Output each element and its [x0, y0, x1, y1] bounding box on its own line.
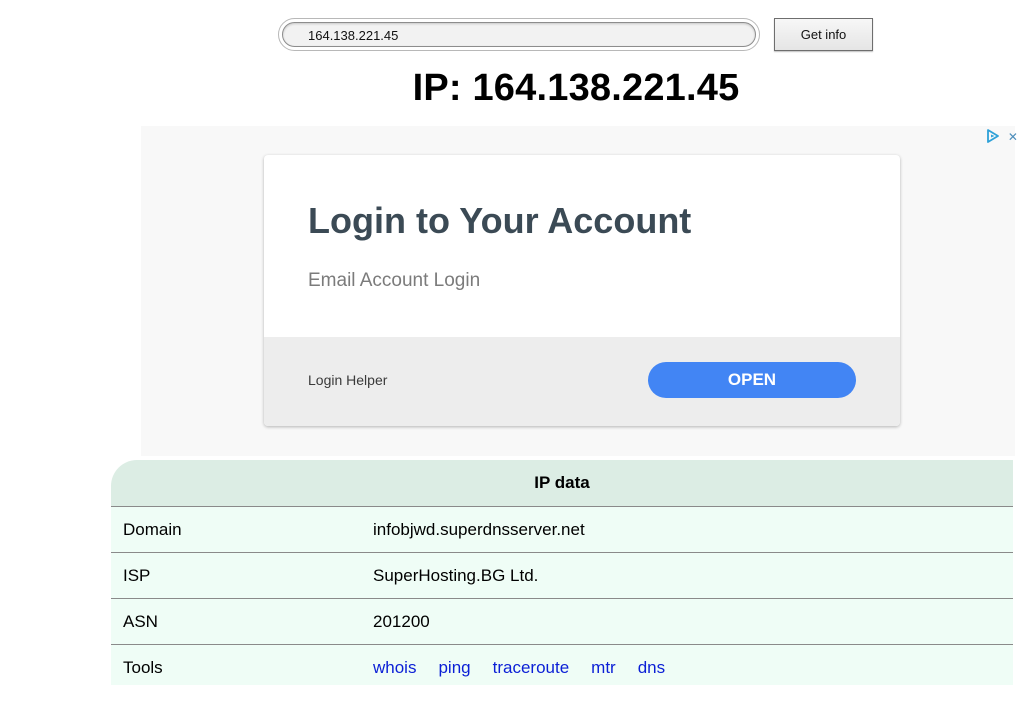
ip-search-input[interactable]: 164.138.221.45	[278, 18, 760, 51]
row-value: infobjwd.superdnsserver.net	[373, 520, 585, 539]
ad-card[interactable]: Login to Your Account Email Account Logi…	[264, 155, 900, 426]
tool-link-ping[interactable]: ping	[438, 658, 470, 677]
ad-subtitle: Email Account Login	[308, 270, 481, 291]
ip-data-table: IP data Domain infobjwd.superdnsserver.n…	[111, 460, 1013, 685]
tool-link-dns[interactable]: dns	[638, 658, 665, 677]
row-label: Tools	[123, 658, 163, 677]
tools-links: whois ping traceroute mtr dns	[373, 645, 687, 685]
row-label: Domain	[123, 520, 182, 539]
table-row-isp: ISP SuperHosting.BG Ltd.	[111, 553, 1013, 599]
page-title: IP: 164.138.221.45	[412, 67, 740, 109]
row-label: ISP	[123, 566, 151, 585]
ad-choices[interactable]: ✕	[986, 127, 1024, 145]
ad-advertiser: Login Helper	[308, 372, 388, 388]
tool-link-mtr[interactable]: mtr	[591, 658, 616, 677]
page: 164.138.221.45 Get info IP: 164.138.221.…	[0, 0, 1024, 705]
row-label: ASN	[123, 612, 158, 631]
table-row-tools: Tools whois ping traceroute mtr dns	[111, 645, 1013, 685]
get-info-button[interactable]: Get info	[774, 18, 873, 51]
ad-card-footer: Login Helper OPEN	[264, 337, 900, 426]
tool-link-whois[interactable]: whois	[373, 658, 416, 677]
ad-card-top: Login to Your Account Email Account Logi…	[264, 155, 900, 337]
row-value: 201200	[373, 612, 430, 631]
row-value: SuperHosting.BG Ltd.	[373, 566, 539, 585]
table-row-domain: Domain infobjwd.superdnsserver.net	[111, 507, 1013, 553]
ad-title[interactable]: Login to Your Account	[308, 199, 691, 243]
tool-link-traceroute[interactable]: traceroute	[493, 658, 570, 677]
ip-search-value[interactable]: 164.138.221.45	[282, 22, 756, 47]
ad-open-button[interactable]: OPEN	[648, 362, 856, 398]
ad-choices-icon[interactable]	[986, 129, 1000, 143]
table-row-asn: ASN 201200	[111, 599, 1013, 645]
close-icon[interactable]: ✕	[1008, 128, 1018, 146]
table-header: IP data	[111, 460, 1013, 507]
